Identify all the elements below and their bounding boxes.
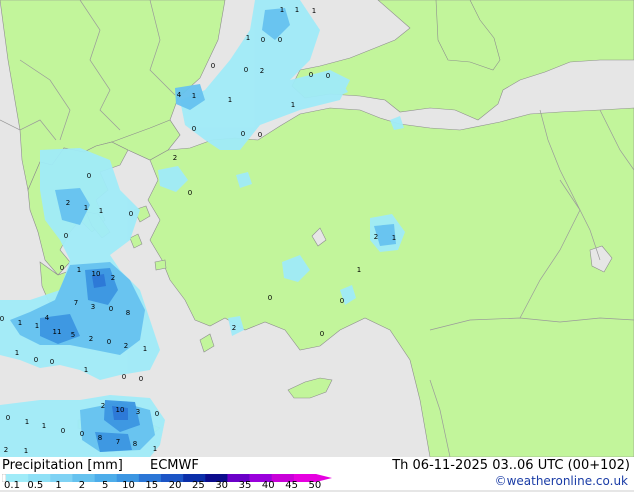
precip-label: 1 — [99, 207, 103, 215]
precip-label: 10 — [116, 406, 125, 414]
precip-label: 1 — [42, 422, 46, 430]
legend-tick: 35 — [238, 480, 252, 491]
precip-label: 0 — [188, 189, 192, 197]
precip-label: 0 — [326, 72, 330, 80]
precip-label: 5 — [71, 331, 75, 339]
legend-tick: 30 — [215, 480, 229, 491]
precip-label: 10 — [92, 270, 101, 278]
precip-label: 1 — [312, 7, 316, 15]
legend-tick: 2 — [78, 480, 86, 491]
precip-label: 1 — [35, 322, 39, 330]
precip-label: 0 — [87, 172, 91, 180]
precip-label: 1 — [357, 266, 361, 274]
land-samos — [154, 259, 167, 271]
map-title: Precipitation [mm] — [2, 458, 123, 473]
precip-label: 0 — [309, 71, 313, 79]
precip-label: 8 — [98, 434, 102, 442]
precip-label: 0 — [192, 125, 196, 133]
precip-label: 1 — [18, 319, 22, 327]
precip-label: 8 — [126, 309, 130, 317]
credit-link[interactable]: ©weatheronline.co.uk — [495, 474, 628, 488]
legend-tick: 50 — [308, 480, 322, 491]
precip-label: 1 — [15, 349, 19, 357]
precip-label: 0 — [34, 356, 38, 364]
precip-label: 0 — [139, 375, 143, 383]
precip-label: 1 — [295, 6, 299, 14]
precip-label: 2 — [101, 402, 105, 410]
precip-label: 1 — [24, 447, 28, 455]
legend-tick: 25 — [192, 480, 205, 491]
legend-tick: 45 — [285, 480, 298, 491]
precip-label: 11 — [53, 328, 62, 336]
legend-tick-labels: 0.1 0.5 1 2 5 10 15 20 25 30 35 40 45 50 — [0, 480, 340, 492]
precip-label: 4 — [177, 91, 182, 99]
precip-label: 0 — [61, 427, 65, 435]
precip-label: 0 — [258, 131, 262, 139]
precip-label: 1 — [246, 34, 250, 42]
legend-tick: 40 — [261, 480, 275, 491]
precip-label: 1 — [192, 92, 196, 100]
legend-tick: 10 — [122, 480, 135, 491]
map-footer: Precipitation [mm] ECMWF Th 06-11-2025 0… — [0, 457, 634, 492]
precip-label: 2 — [232, 324, 236, 332]
precip-label: 2 — [89, 335, 93, 343]
precip-label: 0 — [109, 305, 113, 313]
precip-label: 1 — [143, 345, 147, 353]
precip-label: 1 — [280, 6, 284, 14]
legend-tick: 20 — [168, 480, 182, 491]
precip-label: 8 — [133, 440, 137, 448]
precip-label: 0 — [268, 294, 272, 302]
precip-label: 2 — [111, 274, 115, 282]
precip-label: 2 — [4, 446, 8, 454]
precip-label: 2 — [173, 154, 177, 162]
legend-tick: 0.5 — [27, 480, 44, 491]
model-name: ECMWF — [150, 458, 199, 473]
precip-label: 2 — [66, 199, 70, 207]
precip-label: 0 — [80, 430, 84, 438]
precip-label: 7 — [116, 438, 120, 446]
precip-label: 1 — [392, 234, 396, 242]
precip-label: 0 — [50, 358, 54, 366]
precip-label: 3 — [136, 408, 140, 416]
precip-label: 1 — [25, 418, 29, 426]
legend-tick: 15 — [145, 480, 159, 491]
legend-tick: 0.1 — [4, 480, 20, 491]
precip-label: 0 — [64, 232, 68, 240]
precip-label: 0 — [278, 36, 282, 44]
precip-label: 1 — [77, 266, 81, 274]
precip-label: 0 — [241, 130, 245, 138]
precip-label: 0 — [6, 414, 10, 422]
precip-label: 1 — [153, 445, 157, 453]
precip-label: 1 — [228, 96, 232, 104]
precip-label: 0 — [107, 338, 111, 346]
precip-label: 1 — [84, 204, 88, 212]
precip-label: 1 — [84, 366, 88, 374]
precip-label: 0 — [244, 66, 248, 74]
weather-map-screen: 1 1 1 1 0 0 0 0 2 0 0 4 1 1 1 0 0 0 2 0 0 2 1 1 0 0 2 1 0 1 10 2 1 0 0 7 3 0 8… — [0, 0, 634, 492]
precipitation-map[interactable]: 1 1 11 0 00 0 2 0 04 1 1100 020021 1 00 2 10 1 10 210 07 3 0 8… — [0, 0, 634, 457]
precip-label: 7 — [74, 299, 78, 307]
precip-label: 3 — [91, 303, 95, 311]
precip-label: 0 — [211, 62, 215, 70]
legend-tick: 5 — [102, 480, 109, 491]
precip-label: 1 — [291, 101, 295, 109]
precip-label: 0 — [340, 297, 344, 305]
legend-tick: 1 — [55, 480, 62, 491]
validity-time: Th 06-11-2025 03..06 UTC (00+102) — [392, 458, 630, 473]
precip-label: 0 — [155, 410, 159, 418]
precip-label: 4 — [45, 314, 50, 322]
precip-label: 0 — [60, 264, 64, 272]
precip-label: 0 — [129, 210, 133, 218]
precip-label: 0 — [320, 330, 324, 338]
precip-label: 0 — [122, 373, 126, 381]
precip-label: 2 — [260, 67, 264, 75]
precip-label: 2 — [124, 342, 128, 350]
precip-label: 2 — [374, 233, 378, 241]
precip-label: 0 — [0, 315, 4, 323]
precip-label: 0 — [261, 36, 265, 44]
